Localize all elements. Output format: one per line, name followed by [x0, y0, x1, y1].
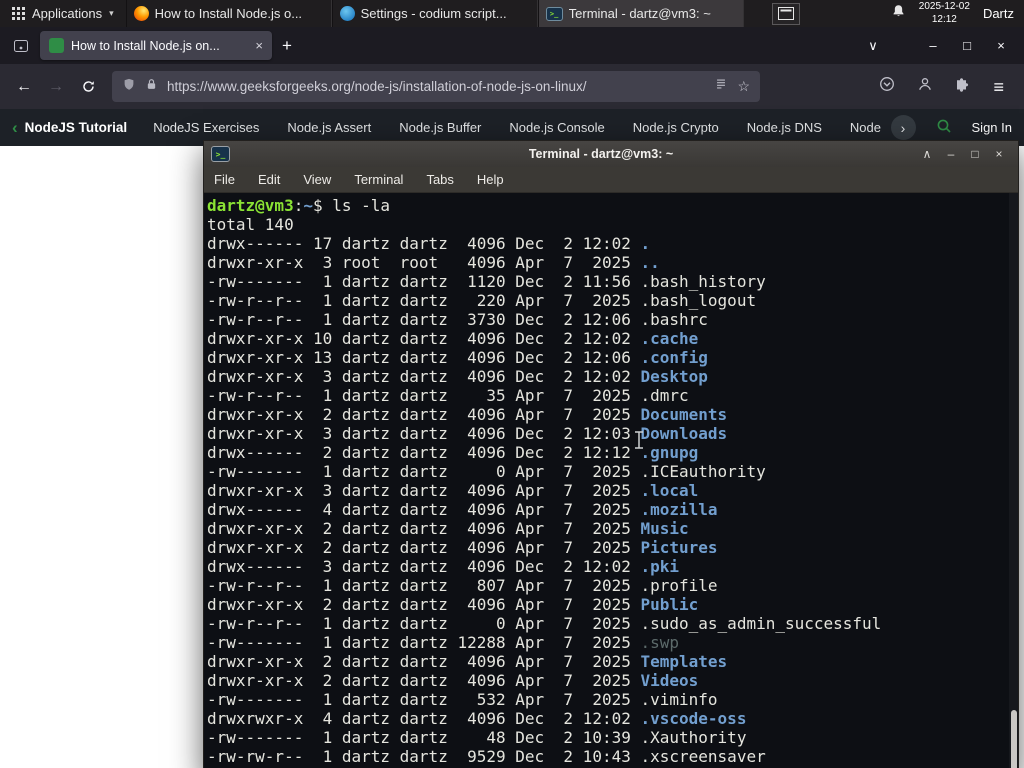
- sign-in-button[interactable]: Sign In: [972, 120, 1012, 135]
- pocket-icon[interactable]: [879, 76, 895, 97]
- terminal-maximize-button[interactable]: □: [963, 147, 987, 161]
- terminal-icon: >_: [545, 6, 563, 21]
- shield-icon[interactable]: [122, 77, 136, 97]
- terminal-output: dartz@vm3:~$ ls -la total 140 drwx------…: [207, 196, 882, 766]
- chevron-right-icon[interactable]: ›: [890, 115, 916, 140]
- gfg-nav-item[interactable]: Node.js Assert: [287, 120, 371, 135]
- window-close-button[interactable]: ×: [984, 38, 1018, 53]
- firefox-tab-bar: How to Install Node.js on... × + ∨ – □ ×: [0, 27, 1024, 64]
- menu-terminal[interactable]: Terminal: [354, 172, 403, 187]
- tab-list-chevron-icon[interactable]: ∨: [856, 38, 890, 54]
- forward-button[interactable]: →: [40, 78, 72, 96]
- menu-edit[interactable]: Edit: [258, 172, 280, 187]
- codium-icon: [339, 6, 355, 21]
- clock[interactable]: 2025-12-02 12:12: [919, 1, 970, 26]
- url-text[interactable]: https://www.geeksforgeeks.org/node-js/in…: [167, 79, 705, 94]
- menu-tabs[interactable]: Tabs: [426, 172, 453, 187]
- gfg-back-link[interactable]: ‹ NodeJS Tutorial: [12, 118, 127, 138]
- menu-view[interactable]: View: [303, 172, 331, 187]
- terminal-screen[interactable]: dartz@vm3:~$ ls -la total 140 drwx------…: [204, 193, 1018, 768]
- desktop: Applications ▾ How to Install Node.js o.…: [0, 0, 1024, 768]
- scrollbar-thumb[interactable]: [1011, 710, 1017, 768]
- gfg-favicon: [49, 38, 64, 53]
- terminal-titlebar[interactable]: >_ Terminal - dartz@vm3: ~ ∧ – □ ×: [204, 141, 1018, 167]
- terminal-window: >_ Terminal - dartz@vm3: ~ ∧ – □ × File …: [203, 140, 1019, 768]
- lock-icon[interactable]: [145, 77, 158, 96]
- url-bar[interactable]: https://www.geeksforgeeks.org/node-js/in…: [112, 71, 760, 102]
- firefox-icon: [133, 6, 149, 21]
- menu-help[interactable]: Help: [477, 172, 504, 187]
- gfg-back-label: NodeJS Tutorial: [24, 120, 128, 135]
- gfg-nav-item[interactable]: Node.js Crypto: [633, 120, 719, 135]
- terminal-title: Terminal - dartz@vm3: ~: [528, 147, 674, 161]
- window-minimize-button[interactable]: –: [916, 38, 950, 53]
- gfg-nav-item[interactable]: NodeJS Exercises: [153, 120, 259, 135]
- terminal-scrollbar[interactable]: [1009, 193, 1018, 768]
- tray-terminal-icon[interactable]: [771, 2, 800, 25]
- terminal-close-button[interactable]: ×: [987, 147, 1011, 161]
- extensions-puzzle-icon[interactable]: [955, 76, 971, 97]
- chevron-left-icon: ‹: [12, 117, 18, 137]
- terminal-menubar: File Edit View Terminal Tabs Help: [204, 167, 1018, 193]
- back-button[interactable]: ←: [8, 78, 40, 96]
- gfg-nav-item[interactable]: Node.js Buffer: [399, 120, 481, 135]
- applications-menu-button[interactable]: Applications ▾: [0, 0, 126, 27]
- bookmark-star-icon[interactable]: ☆: [737, 78, 750, 95]
- terminal-shade-button[interactable]: ∧: [915, 147, 939, 161]
- terminal-app-icon: >_: [211, 146, 230, 162]
- window-controls: ∨ – □ ×: [856, 38, 1018, 54]
- tab-title: How to Install Node.js on...: [71, 38, 220, 53]
- gfg-nav-item[interactable]: Node: [850, 120, 881, 135]
- clock-date: 2025-12-02: [918, 1, 970, 12]
- clock-time: 12:12: [931, 13, 957, 25]
- new-tab-button[interactable]: +: [272, 36, 302, 56]
- firefox-nav-bar: ← → https://www.geeksforgeeks.org/node-j…: [0, 64, 1024, 109]
- gfg-nav-right: › Sign In: [890, 115, 1012, 140]
- gfg-nav-items: NodeJS Exercises Node.js Assert Node.js …: [153, 120, 881, 135]
- taskbar-item-terminal[interactable]: >_ Terminal - dartz@vm3: ~: [537, 0, 744, 27]
- gfg-nav-item[interactable]: Node.js Console: [509, 120, 604, 135]
- search-icon[interactable]: [936, 118, 952, 137]
- applications-label: Applications: [32, 6, 103, 21]
- notification-bell-icon[interactable]: [891, 4, 906, 24]
- terminal-window-controls: ∧ – □ ×: [915, 147, 1011, 161]
- menu-file[interactable]: File: [214, 172, 235, 187]
- applications-caret-icon: ▾: [109, 8, 114, 18]
- gfg-nav-item[interactable]: Node.js DNS: [747, 120, 822, 135]
- mouse-cursor-ibeam: [635, 431, 643, 449]
- taskbar-item-firefox[interactable]: How to Install Node.js o...: [125, 0, 332, 27]
- tab-close-icon[interactable]: ×: [255, 38, 263, 53]
- account-icon[interactable]: [917, 76, 933, 97]
- nav-right-icons: ≡: [879, 76, 1016, 97]
- window-maximize-button[interactable]: □: [950, 38, 984, 53]
- firefox-view-icon[interactable]: [6, 38, 36, 54]
- user-menu[interactable]: Dartz: [983, 6, 1014, 21]
- panel-status-area: 2025-12-02 12:12 Dartz: [891, 0, 1024, 27]
- reload-button[interactable]: [72, 79, 104, 94]
- terminal-minimize-button[interactable]: –: [939, 147, 963, 161]
- browser-tab[interactable]: How to Install Node.js on... ×: [40, 31, 272, 60]
- top-panel: Applications ▾ How to Install Node.js o.…: [0, 0, 1024, 27]
- taskbar-item-codium[interactable]: Settings - codium script...: [331, 0, 538, 27]
- reader-mode-icon[interactable]: [714, 77, 728, 96]
- applications-grid-icon: [12, 7, 25, 20]
- hamburger-menu-icon[interactable]: ≡: [993, 78, 1004, 96]
